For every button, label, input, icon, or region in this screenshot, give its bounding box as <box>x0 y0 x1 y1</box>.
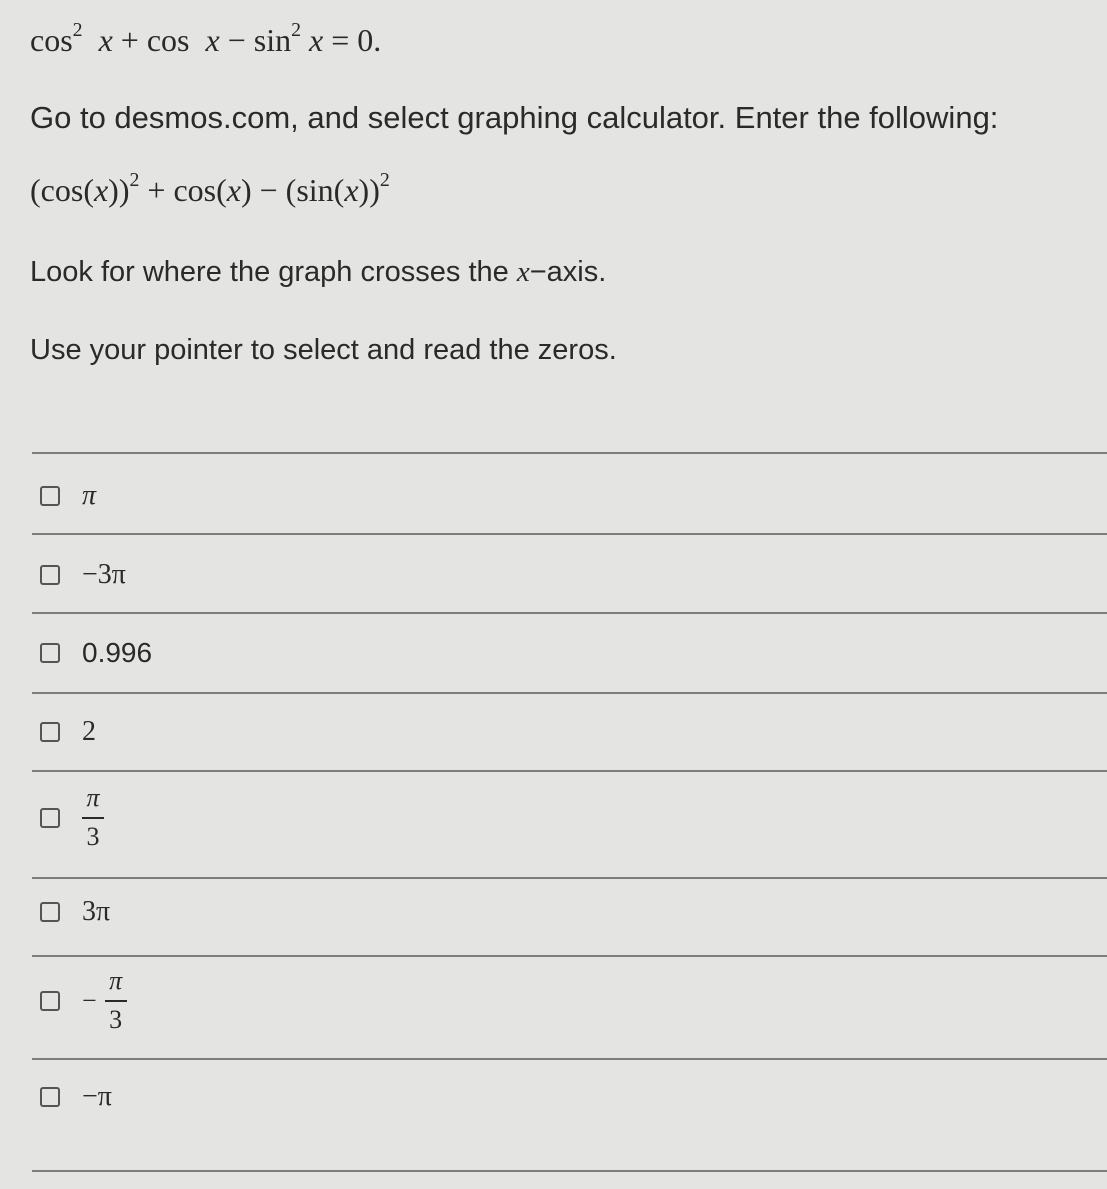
minus-sign: − <box>82 985 97 1015</box>
divider <box>32 955 1107 957</box>
option-pi-over-3[interactable]: π 3 <box>40 785 104 850</box>
instr-var: x <box>516 256 530 288</box>
instruction-x-axis: Look for where the graph crosses the x−a… <box>30 256 606 289</box>
checkbox[interactable] <box>40 643 60 663</box>
fraction-denominator: 3 <box>109 1005 123 1034</box>
expr-part: + cos( <box>139 172 227 208</box>
fraction: π 3 <box>82 785 104 850</box>
eq-minus-sin: − sin <box>227 22 292 58</box>
eq-var: x <box>98 22 113 58</box>
expr-var: x <box>93 172 109 208</box>
option-neg-pi[interactable]: −π <box>40 1081 112 1113</box>
divider <box>32 1170 1107 1172</box>
fraction-numerator: π <box>86 783 100 812</box>
checkbox[interactable] <box>40 990 60 1011</box>
expr-var: x <box>344 172 359 208</box>
instr-text: Look for where the graph crosses the <box>30 256 517 288</box>
checkbox[interactable] <box>40 807 60 828</box>
option-neg-3pi[interactable]: −3π <box>40 559 126 591</box>
eq-plus-cos: + cos <box>120 22 190 58</box>
option-label: −π <box>82 1081 112 1112</box>
option-label: 2 <box>82 716 96 747</box>
instruction-desmos: Go to desmos.com, and select graphing ca… <box>30 100 999 135</box>
option-pi[interactable]: π <box>40 480 96 512</box>
eq-exp: 2 <box>291 19 301 42</box>
divider <box>32 1058 1107 1060</box>
expr-exp: 2 <box>379 169 390 192</box>
eq-equals: = 0. <box>331 22 382 58</box>
expr-exp: 2 <box>129 169 140 192</box>
fraction: π 3 <box>104 966 127 1034</box>
fraction-numerator: π <box>109 966 123 995</box>
checkbox[interactable] <box>40 486 60 506</box>
divider <box>32 770 1107 772</box>
expr-part: )) <box>358 172 380 208</box>
divider <box>32 877 1107 879</box>
option-0-996[interactable]: 0.996 <box>40 637 152 669</box>
instr-text: −axis. <box>529 256 607 288</box>
option-label: −3π <box>82 559 126 590</box>
expr-part: (cos( <box>30 172 94 208</box>
equation: cos2 x + cos x − sin2 x = 0. <box>30 19 382 59</box>
option-neg-pi-over-3[interactable]: − π 3 <box>40 968 127 1033</box>
checkbox[interactable] <box>40 902 60 922</box>
fraction-denominator: 3 <box>86 822 100 851</box>
expr-part: ) − (sin( <box>240 172 345 208</box>
eq-exp: 2 <box>72 19 83 42</box>
eq-var: x <box>309 22 324 58</box>
option-label: 3π <box>82 896 111 927</box>
divider <box>32 533 1107 535</box>
option-3pi[interactable]: 3π <box>40 896 110 928</box>
option-label: 0.996 <box>82 637 153 668</box>
checkbox[interactable] <box>40 1087 60 1107</box>
checkbox[interactable] <box>40 565 60 585</box>
eq-var: x <box>205 22 220 58</box>
divider <box>32 452 1107 454</box>
expression: (cos(x))2 + cos(x) − (sin(x))2 <box>30 169 390 209</box>
expr-part: )) <box>108 172 130 208</box>
checkbox[interactable] <box>40 722 60 742</box>
eq-cos: cos <box>30 22 73 58</box>
divider <box>32 612 1107 614</box>
option-label: π <box>82 480 97 511</box>
instruction-pointer: Use your pointer to select and read the … <box>30 334 617 366</box>
fraction-bar <box>82 817 104 819</box>
divider <box>32 692 1107 694</box>
expr-var: x <box>226 172 241 208</box>
option-2[interactable]: 2 <box>40 716 96 748</box>
fraction-bar <box>104 1000 127 1002</box>
